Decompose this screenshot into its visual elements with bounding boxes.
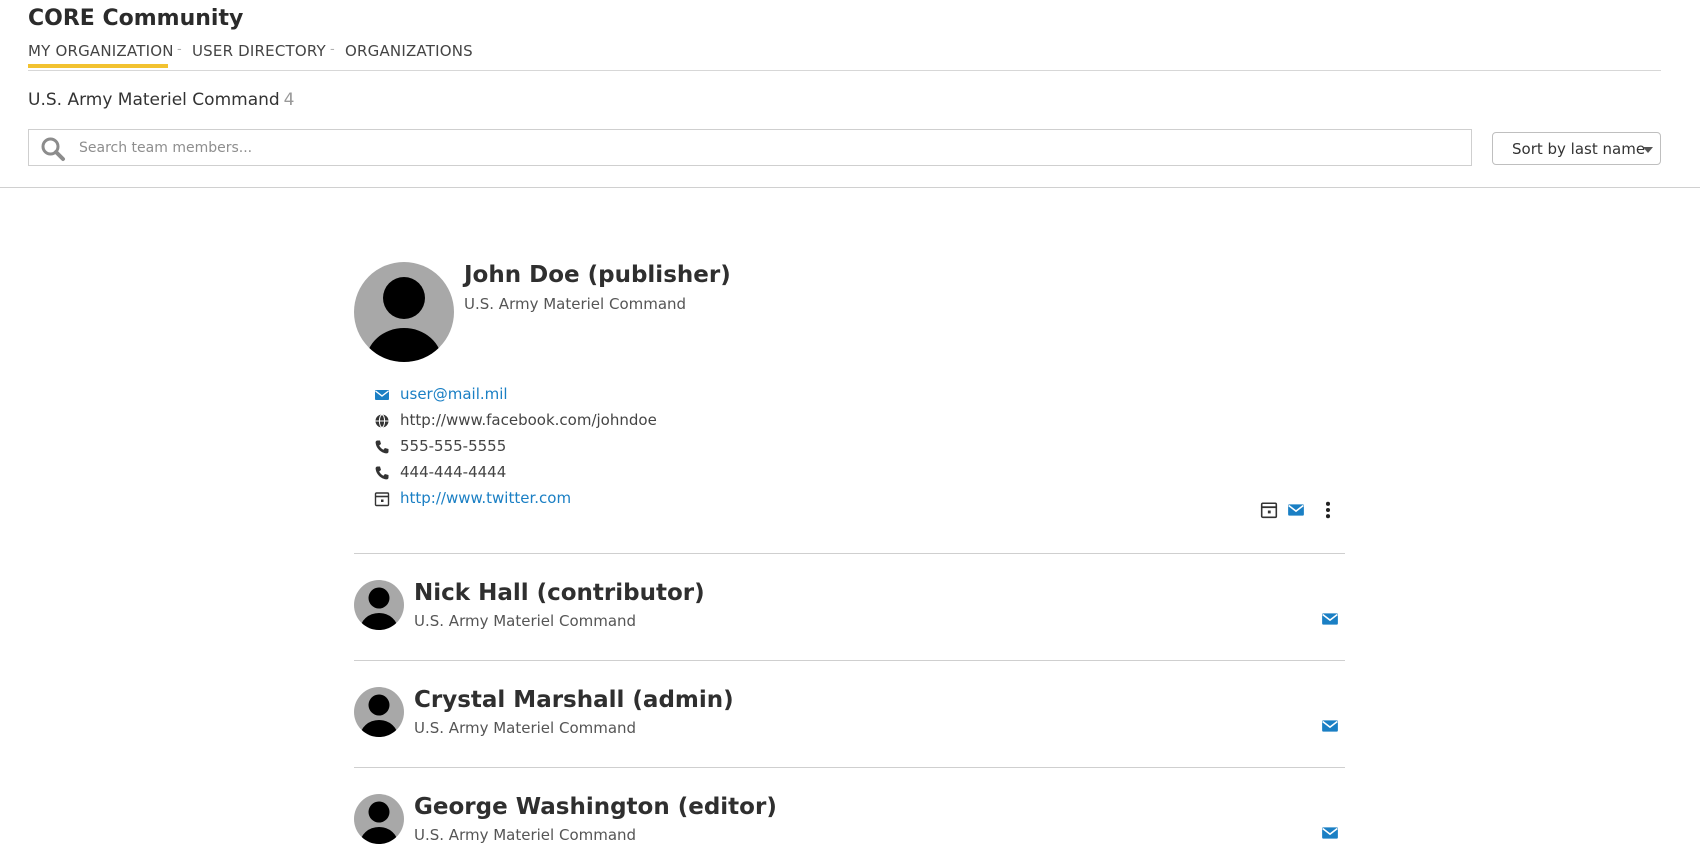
- envelope-icon[interactable]: [1287, 501, 1305, 519]
- avatar[interactable]: [354, 262, 454, 362]
- tab-organizations[interactable]: ORGANIZATIONS: [345, 42, 473, 60]
- member-organization: U.S. Army Materiel Command: [414, 826, 637, 844]
- tab-my-organization[interactable]: MY ORGANIZATION: [28, 42, 174, 60]
- search-input[interactable]: [79, 130, 1459, 165]
- avatar[interactable]: [354, 687, 404, 737]
- avatar[interactable]: [354, 794, 404, 844]
- header-divider: [0, 187, 1700, 188]
- more-vertical-icon[interactable]: [1319, 501, 1337, 519]
- globe-icon: [374, 413, 390, 429]
- nav-divider: [28, 70, 1661, 71]
- tab-user-directory[interactable]: USER DIRECTORY: [192, 42, 326, 60]
- envelope-icon[interactable]: [1321, 717, 1339, 735]
- member-organization: U.S. Army Materiel Command: [414, 612, 637, 630]
- member-card: George Washington (editor) U.S. Army Mat…: [354, 794, 1345, 844]
- member-name[interactable]: Nick Hall (contributor): [414, 580, 705, 606]
- contact-calendar-link[interactable]: http://www.twitter.com: [400, 489, 571, 507]
- member-name[interactable]: Crystal Marshall (admin): [414, 687, 734, 713]
- search-icon: [40, 136, 66, 162]
- member-organization: U.S. Army Materiel Command: [464, 295, 687, 313]
- contact-email-link[interactable]: user@mail.mil: [400, 385, 508, 403]
- envelope-icon[interactable]: [1321, 824, 1339, 842]
- member-card: John Doe (publisher) U.S. Army Materiel …: [354, 262, 1345, 522]
- calendar-icon[interactable]: [1260, 501, 1278, 519]
- envelope-icon: [374, 387, 390, 403]
- envelope-icon[interactable]: [1321, 610, 1339, 628]
- organization-heading: U.S. Army Materiel Command 4: [28, 90, 295, 110]
- active-tab-indicator: [28, 64, 168, 68]
- calendar-icon: [374, 491, 390, 507]
- phone-icon: [374, 439, 390, 455]
- contact-phone-text: 444-444-4444: [400, 463, 507, 481]
- member-divider: [354, 553, 1345, 554]
- member-card: Nick Hall (contributor) U.S. Army Materi…: [354, 580, 1345, 630]
- sort-selected-label: Sort by last name: [1512, 140, 1646, 158]
- member-card: Crystal Marshall (admin) U.S. Army Mater…: [354, 687, 1345, 737]
- member-count: 4: [283, 90, 295, 110]
- member-name[interactable]: John Doe (publisher): [464, 262, 731, 288]
- nav-separator: -: [330, 42, 335, 57]
- app-title: CORE Community: [28, 6, 244, 31]
- nav-separator: -: [177, 42, 182, 57]
- sort-dropdown[interactable]: Sort by last name: [1492, 132, 1661, 165]
- phone-icon: [374, 465, 390, 481]
- avatar[interactable]: [354, 580, 404, 630]
- member-divider: [354, 660, 1345, 661]
- member-divider: [354, 767, 1345, 768]
- caret-down-icon: [1643, 147, 1653, 153]
- member-organization: U.S. Army Materiel Command: [414, 719, 637, 737]
- contact-website-text: http://www.facebook.com/johndoe: [400, 411, 657, 429]
- organization-name: U.S. Army Materiel Command: [28, 90, 280, 110]
- contact-phone-text: 555-555-5555: [400, 437, 507, 455]
- search-box: [28, 129, 1472, 166]
- member-name[interactable]: George Washington (editor): [414, 794, 777, 820]
